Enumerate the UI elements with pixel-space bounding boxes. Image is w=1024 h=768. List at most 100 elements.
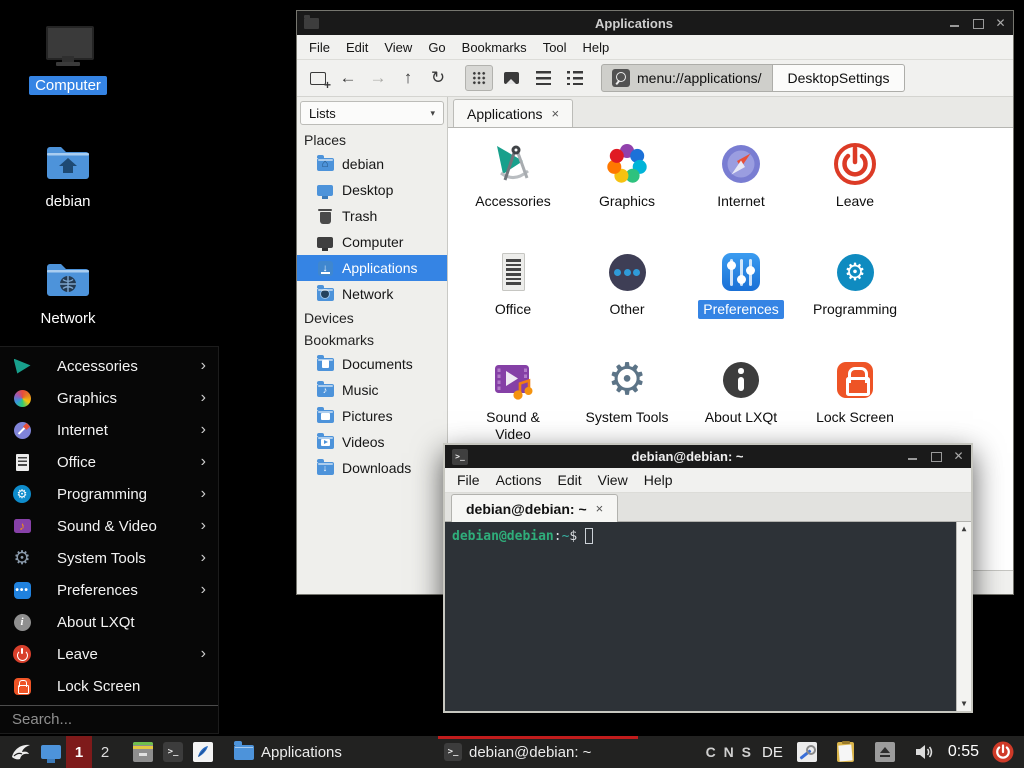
workspace-2-button[interactable]: 2 — [92, 736, 118, 768]
fm-menu-file[interactable]: File — [301, 37, 338, 58]
desktop-icon-network[interactable]: Network — [10, 255, 126, 328]
menu-item-sound-video[interactable]: ♪ Sound & Video › — [0, 510, 218, 542]
terminal-scrollbar[interactable]: ▲ ▼ — [956, 522, 971, 711]
tray-screenshot[interactable] — [796, 741, 818, 763]
forward-button[interactable]: → — [365, 65, 391, 91]
sidebar-item-music[interactable]: ♪ Music — [297, 377, 447, 403]
menu-item-lock-screen[interactable]: Lock Screen — [0, 670, 218, 702]
menu-item-programming[interactable]: ⚙ Programming › — [0, 478, 218, 510]
reload-button[interactable]: ↻ — [425, 65, 451, 91]
fm-menu-view[interactable]: View — [376, 37, 420, 58]
sidebar-item-computer[interactable]: Computer — [297, 229, 447, 255]
sidebar-item-trash[interactable]: Trash — [297, 203, 447, 229]
compact-view-button[interactable] — [561, 65, 589, 91]
fm-menu-bookmarks[interactable]: Bookmarks — [454, 37, 535, 58]
term-menu-edit[interactable]: Edit — [549, 469, 589, 491]
scroll-down-icon[interactable]: ▼ — [962, 700, 967, 708]
close-button[interactable]: ✕ — [953, 451, 964, 462]
tray-clipboard[interactable] — [835, 741, 857, 763]
minimize-button[interactable] — [949, 18, 960, 29]
term-menu-help[interactable]: Help — [636, 469, 681, 491]
sidebar-item-debian[interactable]: ⌂ debian — [297, 151, 447, 177]
menu-item-about-lxqt[interactable]: i About LXQt — [0, 606, 218, 638]
desktop-icon-debian[interactable]: debian — [10, 138, 126, 211]
up-button[interactable]: ↑ — [395, 65, 421, 91]
maximize-button[interactable] — [972, 18, 983, 29]
path-button-current[interactable]: menu://applications/ — [601, 64, 773, 92]
term-menu-view[interactable]: View — [590, 469, 636, 491]
quicklaunch-terminal[interactable]: >_ — [162, 741, 184, 763]
terminal-screen[interactable]: debian@debian:~$ ▲ ▼ — [445, 522, 971, 711]
back-button[interactable]: ← — [335, 65, 361, 91]
fm-menu-tool[interactable]: Tool — [535, 37, 575, 58]
term-menu-actions[interactable]: Actions — [488, 469, 550, 491]
fm-menu-go[interactable]: Go — [420, 37, 453, 58]
grid-item-programming[interactable]: ⚙ Programming — [798, 248, 912, 356]
task-applications[interactable]: Applications — [228, 736, 428, 768]
menu-item-preferences[interactable]: ••• Preferences › — [0, 574, 218, 606]
icon-view-button[interactable] — [465, 65, 493, 91]
sidebar-item-applications[interactable]: ↓ Applications — [297, 255, 447, 281]
grid-item-graphics[interactable]: Graphics — [570, 140, 684, 248]
scroll-up-icon[interactable]: ▲ — [962, 525, 967, 533]
fm-tab-applications[interactable]: Applications × — [453, 99, 573, 127]
show-desktop-button[interactable] — [40, 741, 62, 763]
workspace-1-button[interactable]: 1 — [66, 736, 92, 768]
tray-power-button[interactable] — [992, 741, 1014, 763]
sidebar-item-desktop[interactable]: Desktop — [297, 177, 447, 203]
menu-search-input[interactable]: Search... — [0, 705, 218, 733]
prompt-separator: : — [554, 529, 562, 544]
close-button[interactable]: ✕ — [995, 18, 1006, 29]
tab-close-icon[interactable]: × — [552, 106, 560, 121]
grid-item-accessories[interactable]: Accessories — [456, 140, 570, 248]
path-button-desktopsettings[interactable]: DesktopSettings — [773, 64, 906, 92]
terminal-tab[interactable]: debian@debian: ~ × — [451, 494, 618, 522]
terminal-titlebar[interactable]: >_ debian@debian: ~ ✕ — [445, 445, 971, 468]
desktop-icon-computer[interactable]: Computer — [10, 22, 126, 95]
grid-item-preferences[interactable]: Preferences — [684, 248, 798, 356]
new-tab-button[interactable] — [305, 65, 331, 91]
grid-item-office[interactable]: Office — [456, 248, 570, 356]
grid-item-internet[interactable]: Internet — [684, 140, 798, 248]
menu-item-accessories[interactable]: Accessories › — [0, 350, 218, 382]
clipboard-icon — [837, 742, 854, 762]
menu-item-system-tools[interactable]: ⚙ System Tools › — [0, 542, 218, 574]
fm-menu-help[interactable]: Help — [575, 37, 618, 58]
menu-item-office[interactable]: Office › — [0, 446, 218, 478]
tray-removable-media[interactable] — [874, 741, 896, 763]
lock-icon — [831, 356, 879, 404]
sidebar-item-downloads[interactable]: ↓ Downloads — [297, 455, 447, 481]
tray-volume[interactable] — [913, 741, 935, 763]
task-terminal[interactable]: >_ debian@debian: ~ — [438, 736, 638, 768]
sidebar-item-documents[interactable]: Documents — [297, 351, 447, 377]
clock[interactable]: 0:55 — [948, 743, 979, 761]
keyboard-lock-indicator[interactable]: C N S — [706, 744, 753, 760]
detailed-list-view-button[interactable] — [529, 65, 557, 91]
sidebar-mode-select[interactable]: Lists ▾ — [300, 101, 444, 125]
minimize-button[interactable] — [907, 451, 918, 462]
quicklaunch-featherpad[interactable] — [192, 741, 214, 763]
sidebar-item-pictures[interactable]: Pictures — [297, 403, 447, 429]
menu-item-label: System Tools — [57, 550, 146, 567]
grid-item-other[interactable]: Other — [570, 248, 684, 356]
thumbnail-view-button[interactable] — [497, 65, 525, 91]
maximize-button[interactable] — [930, 451, 941, 462]
fm-menu-edit[interactable]: Edit — [338, 37, 376, 58]
folder-downloads-icon: ↓ — [316, 459, 334, 477]
fm-titlebar[interactable]: Applications ✕ — [297, 11, 1013, 35]
quicklaunch-file-manager[interactable] — [132, 741, 154, 763]
chevron-right-icon: › — [201, 389, 206, 407]
grid-item-leave[interactable]: Leave — [798, 140, 912, 248]
folder-icon — [234, 745, 254, 760]
start-menu-button[interactable] — [10, 741, 32, 763]
term-menu-file[interactable]: File — [449, 469, 488, 491]
keyboard-layout-indicator[interactable]: DE — [762, 744, 783, 761]
sidebar-item-network[interactable]: Network — [297, 281, 447, 307]
tab-close-icon[interactable]: × — [596, 501, 604, 516]
menu-item-internet[interactable]: Internet › — [0, 414, 218, 446]
terminal-menubar: File Actions Edit View Help — [445, 468, 971, 493]
menu-item-graphics[interactable]: Graphics › — [0, 382, 218, 414]
menu-item-leave[interactable]: Leave › — [0, 638, 218, 670]
prompt-symbol: $ — [569, 529, 577, 544]
sidebar-item-videos[interactable]: Videos — [297, 429, 447, 455]
